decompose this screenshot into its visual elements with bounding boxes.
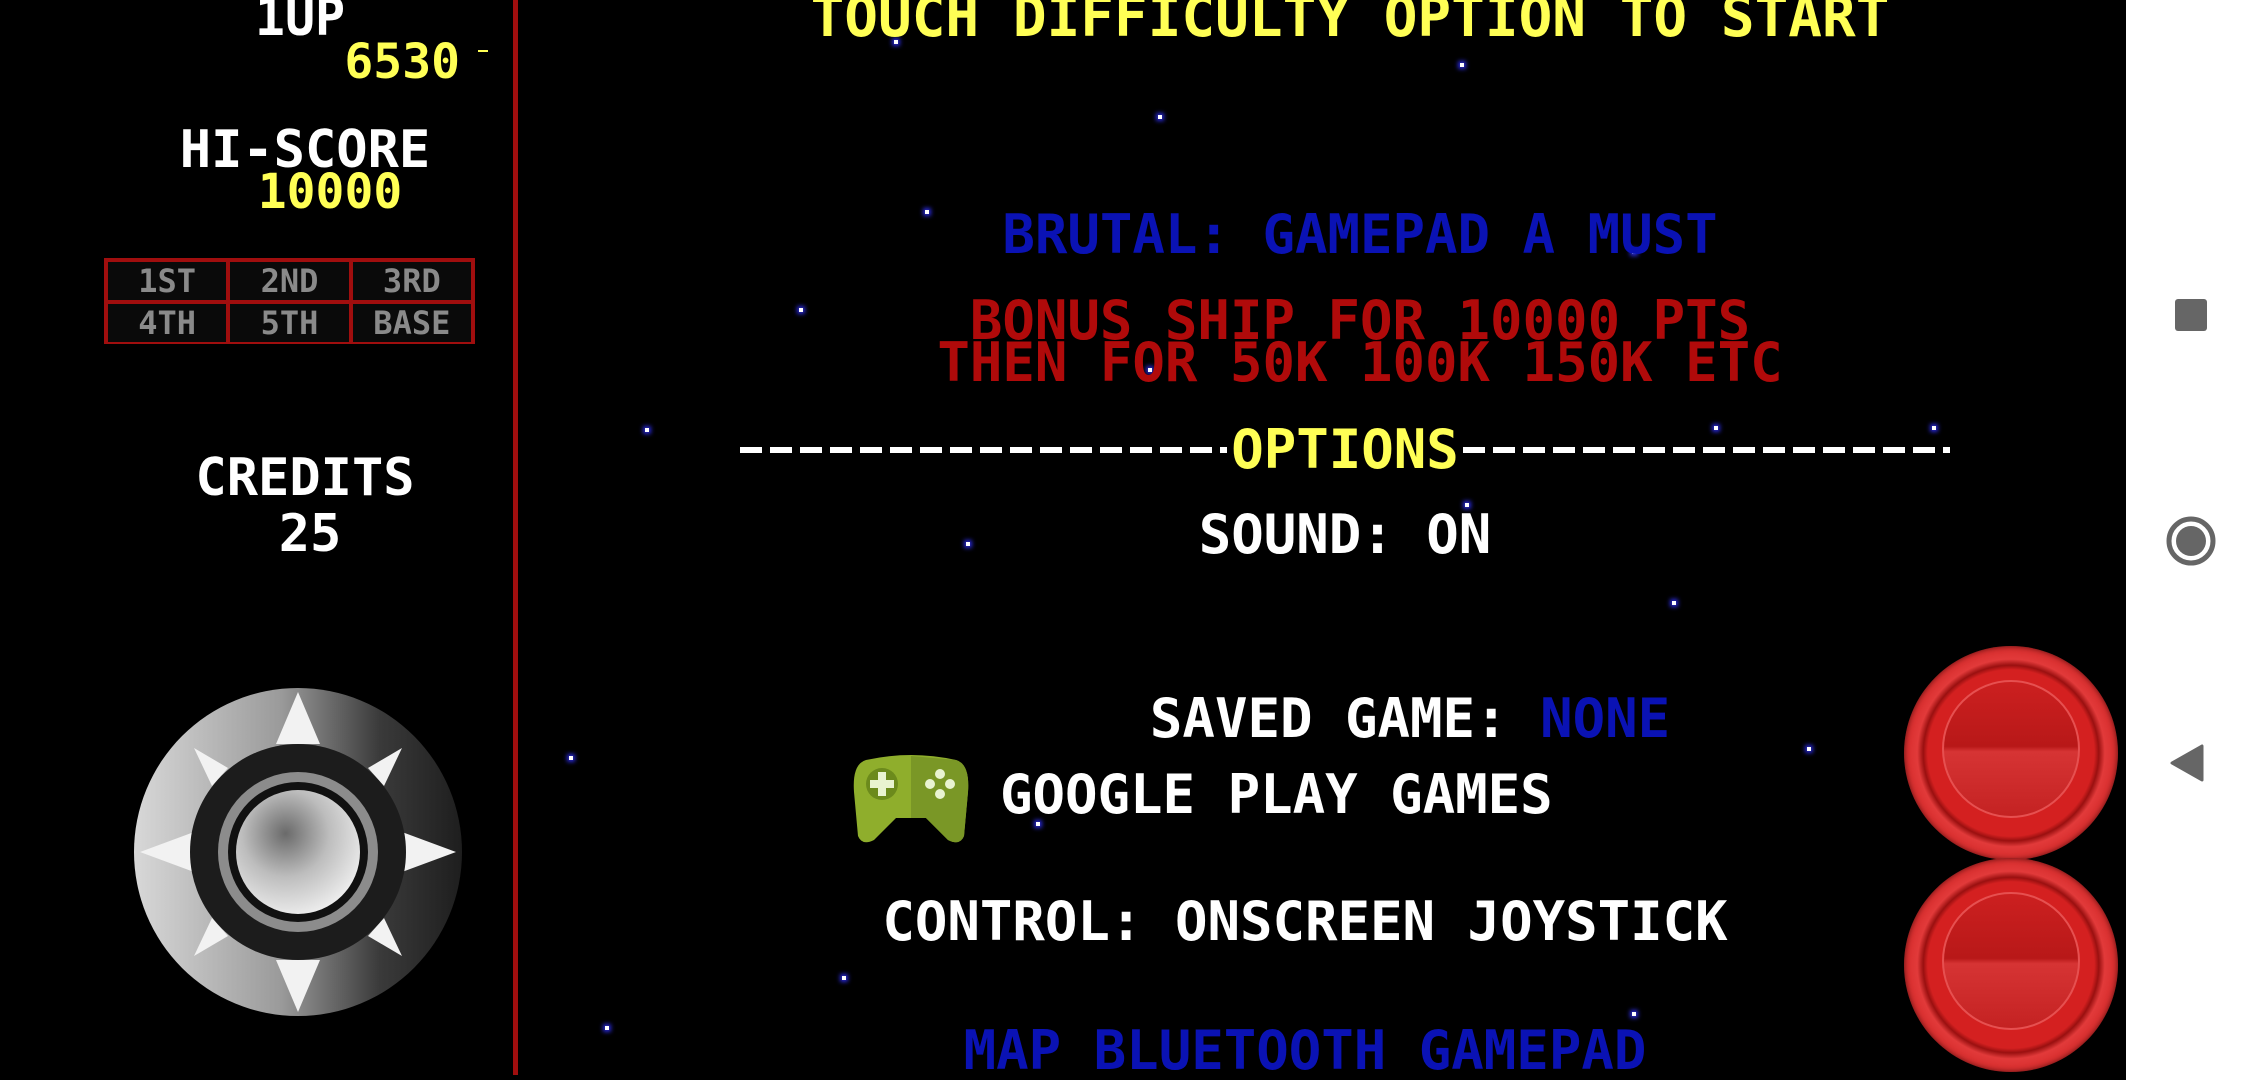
gamepad-icon	[852, 752, 970, 846]
control-option[interactable]: CONTROL: ONSCREEN JOYSTICK	[700, 895, 1910, 949]
star	[569, 756, 573, 760]
score-marker	[478, 50, 488, 52]
star	[1460, 63, 1464, 67]
game-screen: 1UP 6530 HI-SCORE 10000 1ST 2ND 3RD 4TH …	[0, 0, 2126, 1080]
joystick-icon[interactable]	[132, 686, 464, 1018]
divider-dashes	[740, 447, 1228, 453]
rank-cell: 4TH	[108, 304, 227, 342]
sound-option[interactable]: SOUND: ON	[740, 508, 1950, 562]
google-play-games-label: GOOGLE PLAY GAMES	[1000, 763, 1553, 826]
home-icon[interactable]	[2166, 516, 2216, 566]
fire-button-cap	[1942, 680, 2080, 818]
credits-value: 25	[278, 504, 342, 564]
credits-label: CREDITS	[195, 448, 415, 508]
start-hint: TOUCH DIFFICULTY OPTION TO START	[810, 0, 1890, 50]
rank-cell: 2ND	[230, 262, 349, 300]
back-icon[interactable]	[2170, 744, 2206, 782]
difficulty-brutal-option[interactable]: BRUTAL: GAMEPAD A MUST	[700, 208, 2020, 262]
google-play-games-button[interactable]: GOOGLE PLAY GAMES	[852, 752, 1752, 846]
bonus-info-line-2: THEN FOR 50K 100K 150K ETC	[937, 331, 1783, 394]
rank-cell: BASE	[352, 304, 471, 342]
map-bluetooth-gamepad-option[interactable]: MAP BLUETOOTH GAMEPAD	[700, 1024, 1910, 1078]
divider-dashes	[1462, 447, 1951, 453]
options-title: OPTIONS	[1231, 418, 1459, 481]
star	[645, 428, 649, 432]
rank-cell: 3RD	[352, 262, 471, 300]
star	[1632, 1012, 1636, 1016]
fire-button-a[interactable]	[1904, 646, 2118, 860]
options-header: OPTIONS	[740, 418, 1951, 481]
fire-button-cap	[1942, 892, 2080, 1030]
hud-divider	[513, 0, 518, 1075]
star	[605, 1026, 609, 1030]
recents-icon[interactable]	[2175, 299, 2207, 331]
hiscore-value: 10000	[257, 164, 403, 220]
star	[1158, 115, 1162, 119]
saved-game-label: SAVED GAME:	[1149, 687, 1541, 750]
rank-cell: 1ST	[108, 262, 227, 300]
player-score: 6530	[344, 34, 460, 90]
rank-cell: 5TH	[230, 304, 349, 342]
saved-game-value: NONE	[1540, 687, 1671, 750]
star	[1672, 601, 1676, 605]
star	[842, 976, 846, 980]
rank-table: 1ST 2ND 3RD 4TH 5TH BASE	[104, 258, 475, 344]
fire-button-b[interactable]	[1904, 858, 2118, 1072]
